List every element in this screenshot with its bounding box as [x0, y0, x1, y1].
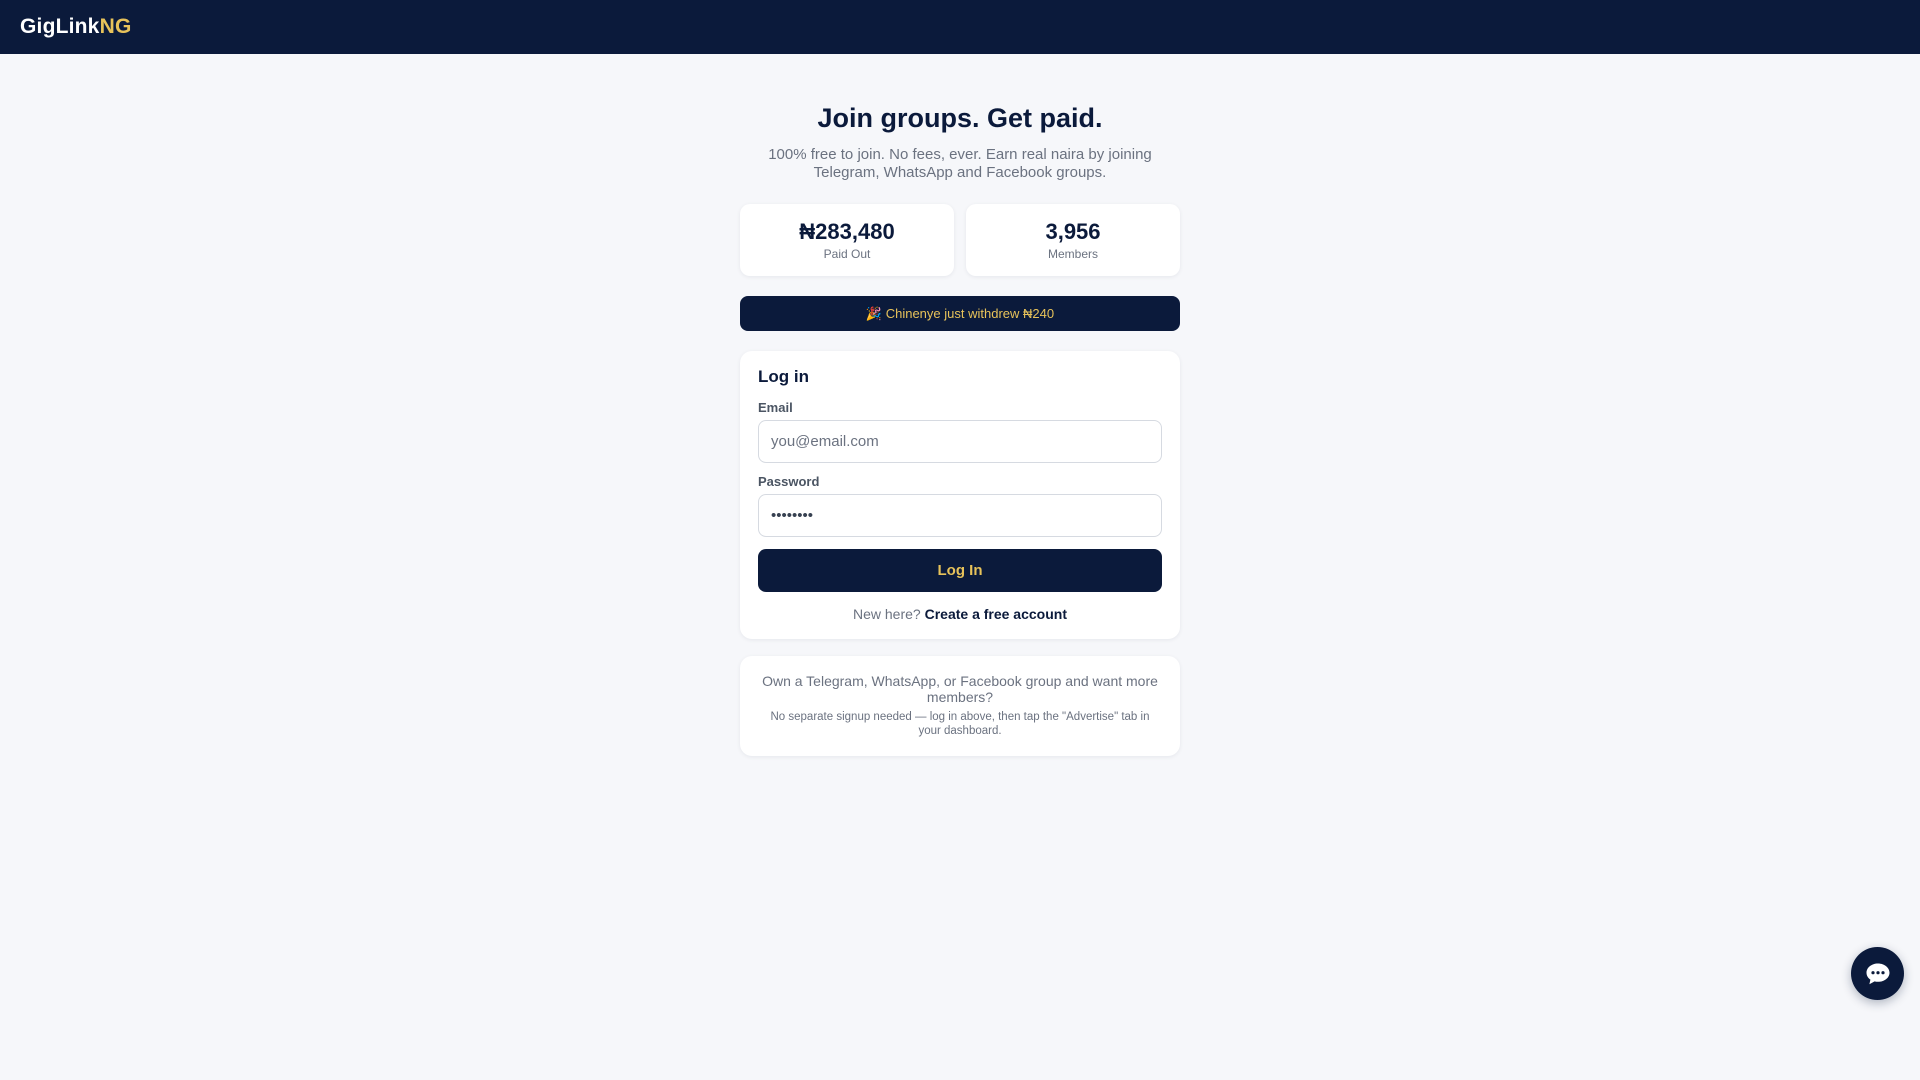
chat-button[interactable]	[1851, 947, 1904, 1000]
stat-card-paid-out: ₦283,480 Paid Out	[740, 204, 954, 277]
advertise-main-text: Own a Telegram, WhatsApp, or Facebook gr…	[762, 673, 1158, 706]
create-account-link[interactable]: Create a free account	[925, 606, 1067, 622]
password-input[interactable]	[758, 494, 1162, 538]
main-content: Join groups. Get paid. 100% free to join…	[740, 54, 1180, 757]
withdrawal-ticker: 🎉 Chinenye just withdrew ₦240	[740, 296, 1180, 332]
stat-label-paid-out: Paid Out	[823, 246, 871, 261]
email-label: Email	[758, 400, 793, 416]
password-label: Password	[758, 474, 820, 490]
stat-value-paid-out: ₦283,480	[799, 218, 895, 244]
brand-name: GigLink	[20, 15, 100, 38]
stat-card-members: 3,956 Members	[966, 204, 1180, 277]
advertise-note: No separate signup needed — log in above…	[770, 711, 1150, 738]
stat-label-members: Members	[1047, 246, 1098, 261]
stat-value-members: 3,956	[1045, 218, 1101, 244]
advertise-card: Own a Telegram, WhatsApp, or Facebook gr…	[740, 656, 1180, 757]
signup-prompt: New here?	[853, 606, 921, 623]
login-card: Log in Email Password Log In New here? C…	[740, 351, 1180, 640]
login-title: Log in	[758, 367, 809, 387]
party-popper-icon: 🎉	[865, 305, 883, 321]
ticker-text: Chinenye just withdrew ₦240	[885, 306, 1055, 322]
email-input[interactable]	[758, 420, 1162, 464]
hero-subtitle: 100% free to join. No fees, ever. Earn r…	[768, 146, 1152, 182]
hero-title: Join groups. Get paid.	[817, 103, 1103, 133]
login-button[interactable]: Log In	[758, 549, 1162, 593]
stats-row: ₦283,480 Paid Out 3,956 Members	[740, 204, 1180, 277]
brand-accent: NG	[99, 15, 132, 38]
chat-bubble-icon	[1866, 963, 1889, 984]
signup-line: New here? Create a free account	[758, 606, 1162, 622]
top-navbar: GigLinkNG	[0, 0, 1920, 54]
brand-logo[interactable]: GigLinkNG	[20, 15, 131, 39]
